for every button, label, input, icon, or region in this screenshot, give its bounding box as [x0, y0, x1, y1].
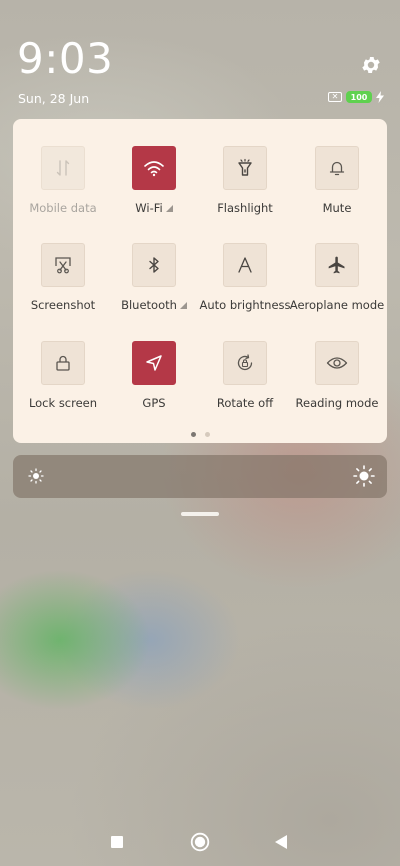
- page-dot[interactable]: [204, 432, 210, 437]
- wifi-icon: [144, 161, 164, 177]
- bell-icon: [329, 161, 345, 176]
- no-sim-icon: ✕: [328, 92, 342, 102]
- date: Sun, 28 Jun: [18, 91, 90, 106]
- tile-mobile-data-box[interactable]: [41, 146, 85, 190]
- tile-label: Lock screen: [28, 396, 98, 410]
- tile-screenshot-box[interactable]: [41, 243, 85, 287]
- rotate-lock-icon: [237, 354, 253, 371]
- drag-handle[interactable]: [181, 512, 219, 516]
- tile-gps-box[interactable]: [132, 341, 176, 385]
- tile-mute-box[interactable]: [315, 146, 359, 190]
- tile-wifi[interactable]: Wi-Fi: [108, 146, 200, 215]
- tile-label: Aeroplane mode: [289, 298, 385, 312]
- tile-rotate-off[interactable]: Rotate off: [199, 341, 291, 410]
- home-button[interactable]: [190, 832, 210, 852]
- expand-triangle-icon[interactable]: [179, 301, 187, 309]
- tile-gps[interactable]: GPS: [108, 341, 200, 410]
- expand-triangle-icon[interactable]: [165, 204, 173, 212]
- tile-flashlight[interactable]: Flashlight: [199, 146, 291, 215]
- tile-wifi-box[interactable]: [132, 146, 176, 190]
- flashlight-icon: [238, 158, 252, 176]
- sun-small-icon: [28, 468, 44, 484]
- tile-label: GPS: [142, 396, 166, 410]
- tile-auto-brightness[interactable]: Auto brightness: [199, 243, 291, 312]
- tile-label: Flashlight: [217, 201, 273, 215]
- bluetooth-icon: [149, 257, 159, 273]
- mobile-data-icon: [56, 160, 70, 176]
- lock-icon: [56, 355, 70, 371]
- tile-lock-screen[interactable]: Lock screen: [17, 341, 109, 410]
- tile-rotate-off-box[interactable]: [223, 341, 267, 385]
- tile-mobile-data[interactable]: Mobile data: [17, 146, 109, 215]
- charging-bolt-icon: [376, 91, 384, 103]
- tile-aeroplane-mode-box[interactable]: [315, 243, 359, 287]
- tile-auto-brightness-box[interactable]: [223, 243, 267, 287]
- tile-label: Mute: [322, 201, 352, 215]
- battery-icon: 100: [346, 91, 372, 103]
- tile-aeroplane-mode[interactable]: Aeroplane mode: [289, 243, 385, 312]
- back-button[interactable]: [274, 834, 288, 850]
- nav-bar: [0, 828, 400, 856]
- tile-label: Reading mode: [295, 396, 379, 410]
- clock: 9:03: [17, 34, 114, 83]
- tile-label: Screenshot: [30, 298, 96, 312]
- sun-large-icon: [353, 465, 375, 487]
- location-arrow-icon: [146, 355, 162, 371]
- tile-label: Bluetooth: [108, 298, 200, 312]
- tile-reading-mode-box[interactable]: [315, 341, 359, 385]
- tile-flashlight-box[interactable]: [223, 146, 267, 190]
- airplane-icon: [328, 256, 345, 274]
- auto-brightness-icon: [238, 257, 252, 273]
- recents-button[interactable]: [111, 836, 123, 848]
- page-dot-active[interactable]: [190, 432, 196, 437]
- tile-bluetooth[interactable]: Bluetooth: [108, 243, 200, 312]
- tile-label: Mobile data: [29, 201, 97, 215]
- tile-reading-mode[interactable]: Reading mode: [291, 341, 383, 410]
- status-icons: ✕ 100: [328, 91, 384, 103]
- brightness-slider[interactable]: [13, 455, 387, 498]
- tile-screenshot[interactable]: Screenshot: [17, 243, 109, 312]
- tile-label: Wi-Fi: [108, 201, 200, 215]
- tile-mute[interactable]: Mute: [291, 146, 383, 215]
- quick-settings-panel: Mobile data Wi-Fi Flashlight Mute Screen…: [13, 119, 387, 443]
- tile-bluetooth-box[interactable]: [132, 243, 176, 287]
- eye-icon: [326, 357, 348, 369]
- tile-label: Rotate off: [216, 396, 274, 410]
- tile-lock-screen-box[interactable]: [41, 341, 85, 385]
- gear-icon[interactable]: [360, 54, 382, 76]
- screenshot-icon: [55, 257, 71, 274]
- tile-label: Auto brightness: [199, 298, 291, 312]
- page-indicator: [13, 432, 387, 437]
